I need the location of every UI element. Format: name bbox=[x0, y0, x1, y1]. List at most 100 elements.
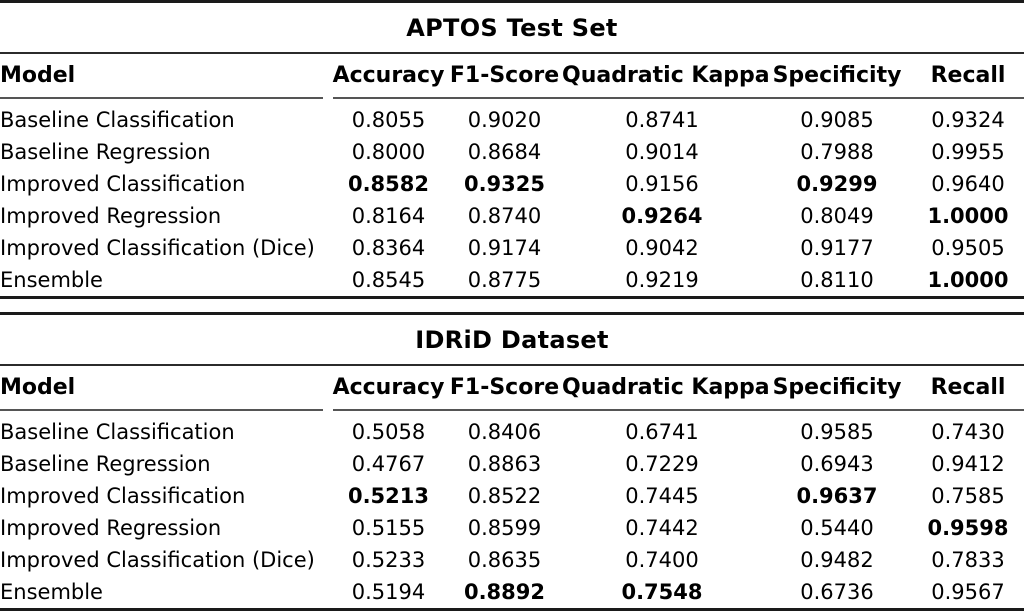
section-title-idrid: IDRiD Dataset bbox=[415, 326, 609, 354]
cell-f1-score: 0.8684 bbox=[467, 139, 542, 164]
cell-quadratic-kappa: 0.9014 bbox=[625, 139, 699, 164]
cell-model: Improved Classification bbox=[0, 483, 246, 508]
cell-quadratic-kappa: 0.9219 bbox=[625, 267, 699, 292]
column-header-model: Model bbox=[0, 375, 76, 400]
cell-quadratic-kappa: 0.9264 bbox=[621, 203, 703, 228]
table-row: Improved Regression 0.5155 0.8599 0.7442… bbox=[0, 512, 1024, 544]
cell-recall: 0.9505 bbox=[931, 235, 1005, 260]
column-header-recall: Recall bbox=[930, 63, 1006, 88]
column-header-specificity: Specificity bbox=[772, 375, 902, 400]
cell-quadratic-kappa: 0.7442 bbox=[625, 515, 699, 540]
cell-model: Improved Regression bbox=[0, 203, 222, 228]
cell-specificity: 0.8049 bbox=[800, 203, 874, 228]
table-header-aptos: Model Accuracy F1-Score Quadratic Kappa … bbox=[0, 54, 1024, 97]
table-row: Improved Classification 0.5213 0.8522 0.… bbox=[0, 480, 1024, 512]
cell-model: Improved Classification bbox=[0, 171, 246, 196]
rule-segment-model bbox=[0, 409, 323, 411]
results-table-aptos: Model Accuracy F1-Score Quadratic Kappa … bbox=[0, 54, 1024, 97]
cell-specificity: 0.7988 bbox=[800, 139, 874, 164]
table-separator-space bbox=[0, 299, 1024, 312]
cell-specificity: 0.9299 bbox=[796, 171, 878, 196]
cell-model: Baseline Regression bbox=[0, 451, 211, 476]
cell-model: Ensemble bbox=[0, 267, 103, 292]
cell-recall: 0.9567 bbox=[931, 579, 1005, 604]
cell-f1-score: 0.8522 bbox=[467, 483, 542, 508]
column-header-model: Model bbox=[0, 63, 76, 88]
cell-specificity: 0.6943 bbox=[800, 451, 874, 476]
cell-specificity: 0.9177 bbox=[800, 235, 874, 260]
cell-f1-score: 0.9020 bbox=[467, 107, 542, 132]
cell-recall: 0.9640 bbox=[931, 171, 1005, 196]
cell-specificity: 0.9482 bbox=[800, 547, 874, 572]
cell-model: Baseline Classification bbox=[0, 419, 235, 444]
table-row: Improved Classification (Dice) 0.5233 0.… bbox=[0, 544, 1024, 576]
cell-quadratic-kappa: 0.9042 bbox=[625, 235, 699, 260]
column-header-recall: Recall bbox=[930, 375, 1006, 400]
cell-accuracy: 0.8545 bbox=[351, 267, 426, 292]
column-header-accuracy: Accuracy bbox=[332, 375, 445, 400]
cell-accuracy: 0.5213 bbox=[347, 483, 430, 508]
column-header-f1-score: F1-Score bbox=[449, 63, 560, 88]
table-row: Improved Regression 0.8164 0.8740 0.9264… bbox=[0, 200, 1024, 232]
cell-accuracy: 0.8582 bbox=[347, 171, 430, 196]
column-header-accuracy: Accuracy bbox=[332, 63, 445, 88]
results-tables-figure: APTOS Test Set Model Accuracy F1-Score Q… bbox=[0, 0, 1024, 611]
cell-quadratic-kappa: 0.6741 bbox=[625, 419, 699, 444]
cell-model: Ensemble bbox=[0, 579, 103, 604]
header-row: Model Accuracy F1-Score Quadratic Kappa … bbox=[0, 54, 1024, 97]
cell-f1-score: 0.8599 bbox=[467, 515, 542, 540]
cell-specificity: 0.8110 bbox=[800, 267, 874, 292]
cell-accuracy: 0.5058 bbox=[351, 419, 426, 444]
cell-f1-score: 0.8775 bbox=[467, 267, 542, 292]
cell-accuracy: 0.8164 bbox=[351, 203, 426, 228]
results-table-body-aptos: Baseline Classification 0.8055 0.9020 0.… bbox=[0, 104, 1024, 296]
table-row: Improved Classification 0.8582 0.9325 0.… bbox=[0, 168, 1024, 200]
cell-model: Improved Regression bbox=[0, 515, 222, 540]
table-row: Baseline Regression 0.8000 0.8684 0.9014… bbox=[0, 136, 1024, 168]
cell-quadratic-kappa: 0.7229 bbox=[625, 451, 699, 476]
cell-accuracy: 0.8364 bbox=[351, 235, 426, 260]
table-header-idrid: Model Accuracy F1-Score Quadratic Kappa … bbox=[0, 366, 1024, 409]
cell-recall: 1.0000 bbox=[927, 267, 1009, 292]
cell-specificity: 0.9637 bbox=[796, 483, 878, 508]
cell-recall: 0.7430 bbox=[931, 419, 1005, 444]
rule-segment-model bbox=[0, 97, 323, 99]
cell-accuracy: 0.5194 bbox=[351, 579, 426, 604]
cell-recall: 0.7585 bbox=[931, 483, 1005, 508]
cell-quadratic-kappa: 0.8741 bbox=[625, 107, 699, 132]
cell-specificity: 0.9585 bbox=[800, 419, 874, 444]
rule-segment-metrics bbox=[333, 97, 1024, 99]
column-header-quadratic-kappa: Quadratic Kappa bbox=[562, 375, 770, 400]
section-title-aptos: APTOS Test Set bbox=[406, 14, 618, 42]
cell-f1-score: 0.8740 bbox=[467, 203, 542, 228]
cell-recall: 0.9412 bbox=[931, 451, 1005, 476]
table-row: Baseline Regression 0.4767 0.8863 0.7229… bbox=[0, 448, 1024, 480]
cell-model: Baseline Classification bbox=[0, 107, 235, 132]
cell-f1-score: 0.8892 bbox=[463, 579, 546, 604]
table-row: Ensemble 0.8545 0.8775 0.9219 0.8110 1.0… bbox=[0, 264, 1024, 296]
cell-recall: 0.9324 bbox=[931, 107, 1005, 132]
cell-f1-score: 0.8406 bbox=[467, 419, 542, 444]
cell-recall: 0.9598 bbox=[927, 515, 1009, 540]
cell-quadratic-kappa: 0.7400 bbox=[625, 547, 699, 572]
cell-model: Improved Classification (Dice) bbox=[0, 547, 315, 572]
column-header-quadratic-kappa: Quadratic Kappa bbox=[562, 63, 770, 88]
cell-model: Improved Classification (Dice) bbox=[0, 235, 315, 260]
cell-quadratic-kappa: 0.9156 bbox=[625, 171, 699, 196]
table-row: Improved Classification (Dice) 0.8364 0.… bbox=[0, 232, 1024, 264]
cell-specificity: 0.5440 bbox=[800, 515, 874, 540]
table-row: Baseline Classification 0.8055 0.9020 0.… bbox=[0, 104, 1024, 136]
cell-quadratic-kappa: 0.7548 bbox=[621, 579, 703, 604]
cell-recall: 0.9955 bbox=[931, 139, 1005, 164]
cell-recall: 0.7833 bbox=[931, 547, 1005, 572]
cell-f1-score: 0.9174 bbox=[467, 235, 542, 260]
cell-accuracy: 0.5155 bbox=[351, 515, 426, 540]
column-header-f1-score: F1-Score bbox=[449, 375, 560, 400]
table-row: Baseline Classification 0.5058 0.8406 0.… bbox=[0, 416, 1024, 448]
table-body-aptos: Baseline Classification 0.8055 0.9020 0.… bbox=[0, 104, 1024, 296]
cell-specificity: 0.9085 bbox=[800, 107, 874, 132]
header-row: Model Accuracy F1-Score Quadratic Kappa … bbox=[0, 366, 1024, 409]
table-body-idrid: Baseline Classification 0.5058 0.8406 0.… bbox=[0, 416, 1024, 608]
table-block-aptos: APTOS Test Set Model Accuracy F1-Score Q… bbox=[0, 0, 1024, 299]
cell-quadratic-kappa: 0.7445 bbox=[625, 483, 699, 508]
